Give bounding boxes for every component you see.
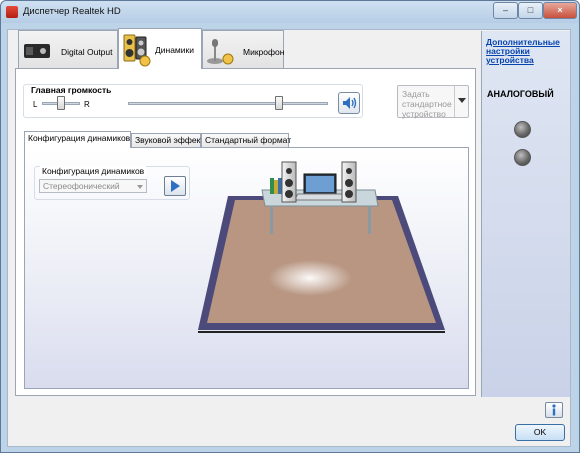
advanced-settings-link[interactable]: Дополнительные настройки устройства — [486, 38, 566, 65]
tab-label: Динамики — [155, 45, 194, 55]
analog-jack-1[interactable] — [514, 121, 531, 138]
info-button[interactable] — [545, 402, 563, 418]
tab-speakers[interactable]: Динамики — [118, 28, 202, 69]
books — [270, 178, 282, 194]
minimize-button[interactable]: – — [493, 2, 518, 19]
laptop — [293, 173, 347, 201]
tab-standard-format[interactable]: Стандартный формат — [201, 133, 291, 148]
play-icon — [171, 180, 180, 192]
tab-digital-output[interactable]: Digital Output — [18, 30, 118, 69]
default-device-dropdown[interactable] — [454, 86, 468, 117]
speaker-config-label: Конфигурация динамиков — [40, 166, 147, 176]
speaker-config-value: Стереофонический — [43, 181, 120, 191]
microphone-icon — [207, 39, 234, 65]
right-speaker — [341, 161, 357, 203]
right-pane — [481, 31, 570, 397]
tab-microphone[interactable]: Микрофон — [202, 30, 284, 69]
digital-output-icon — [24, 44, 50, 58]
tab-speaker-config[interactable]: Конфигурация динамиков — [24, 131, 131, 148]
balance-left-label: L — [33, 100, 38, 109]
info-icon — [552, 404, 556, 416]
analog-jack-2[interactable] — [514, 149, 531, 166]
close-button[interactable]: × — [543, 2, 577, 19]
tab-label: Микрофон — [243, 47, 285, 57]
chevron-down-icon — [137, 185, 143, 189]
title-bar: Диспетчер Realtek HD – □ × — [1, 1, 579, 23]
dropdown-arrow-icon — [458, 98, 466, 103]
balance-right-label: R — [84, 100, 90, 109]
main-volume-label: Главная громкость — [31, 85, 112, 95]
play-test-button[interactable] — [164, 176, 186, 196]
set-default-device-button[interactable]: Задать стандартное устройство — [397, 85, 469, 119]
volume-slider[interactable] — [274, 96, 283, 110]
tab-sound-effect[interactable]: Звуковой эффект — [131, 133, 204, 148]
speaker-room-illustration — [198, 161, 445, 333]
realtek-icon — [6, 6, 18, 18]
default-device-label: Задать стандартное устройство — [402, 89, 452, 119]
tab-label: Digital Output — [61, 47, 113, 57]
sweet-spot — [268, 260, 352, 296]
mute-button[interactable] — [338, 92, 360, 114]
volume-track — [128, 102, 328, 105]
ok-button[interactable]: OK — [515, 424, 565, 441]
maximize-button[interactable]: □ — [518, 2, 543, 19]
analog-header: АНАЛОГОВЫЙ — [487, 89, 554, 99]
window-title: Диспетчер Realtek HD — [23, 6, 121, 17]
balance-slider[interactable] — [57, 96, 65, 110]
speaker-volume-icon — [343, 97, 357, 109]
left-speaker — [281, 161, 297, 203]
speakers-icon — [123, 34, 151, 67]
speaker-config-select[interactable]: Стереофонический — [39, 179, 147, 193]
